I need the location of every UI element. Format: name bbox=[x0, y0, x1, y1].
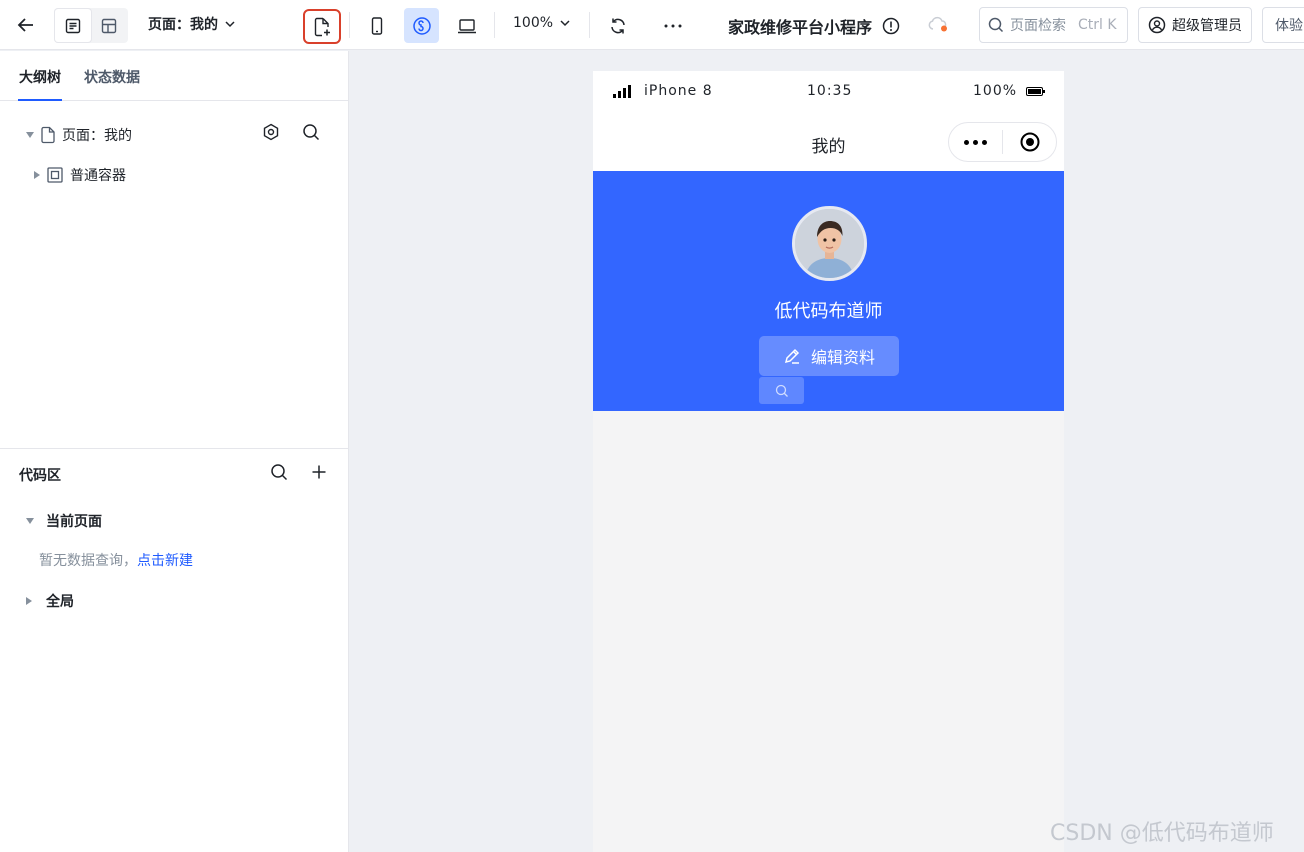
panel-tabs: 大纲树 状态数据 bbox=[0, 51, 348, 101]
chevron-down-icon bbox=[225, 21, 235, 28]
arrow-left-icon bbox=[17, 18, 33, 32]
signal-icon bbox=[613, 85, 631, 98]
code-group-global[interactable]: 全局 bbox=[26, 591, 74, 611]
edit-profile-button[interactable]: 编辑资料 bbox=[759, 336, 899, 376]
cloud-sync-status[interactable] bbox=[927, 15, 949, 33]
search-icon bbox=[775, 384, 788, 397]
capsule-menu-button[interactable] bbox=[949, 123, 1002, 161]
search-placeholder: 页面检索 bbox=[1010, 18, 1066, 34]
laptop-icon bbox=[458, 19, 476, 34]
search-component-placeholder[interactable] bbox=[759, 377, 804, 404]
phone-status-bar: iPhone 8 10:35 100% bbox=[593, 71, 1064, 115]
page-select-label: 页面：我的 bbox=[148, 17, 218, 33]
code-area: 代码区 当前页面 暂无数据查询，点击新建 全局 bbox=[0, 448, 348, 852]
code-area-title: 代码区 bbox=[19, 468, 61, 484]
top-toolbar: 页面：我的 100% 家政维修平台小程序 页面检索 Ctrl K 超级管理员 体… bbox=[0, 0, 1304, 50]
layout-grid-icon bbox=[101, 18, 117, 33]
battery-level: 100% bbox=[973, 83, 1018, 99]
phone-nav-bar: 我的 bbox=[593, 115, 1064, 171]
app-title: 家政维修平台小程序 bbox=[728, 14, 900, 38]
user-role-button[interactable]: 超级管理员 bbox=[1138, 7, 1252, 43]
search-icon[interactable] bbox=[302, 123, 320, 141]
code-group-label: 全局 bbox=[46, 594, 74, 610]
cloud-icon bbox=[928, 16, 947, 32]
view-mode-toggle bbox=[54, 8, 128, 43]
add-page-button[interactable] bbox=[303, 9, 341, 44]
user-role-label: 超级管理员 bbox=[1172, 18, 1242, 34]
tree-item-label: 页面：我的 bbox=[62, 128, 132, 144]
page-icon bbox=[41, 126, 55, 144]
layout-view-button[interactable] bbox=[91, 9, 127, 42]
empty-query-text: 暂无数据查询， bbox=[39, 553, 137, 569]
back-button[interactable] bbox=[8, 7, 44, 43]
settings-hexagon-icon[interactable] bbox=[262, 123, 280, 141]
tree-item-label: 普通容器 bbox=[70, 168, 126, 184]
tree-row-actions bbox=[262, 123, 320, 141]
avatar[interactable] bbox=[792, 206, 867, 281]
profile-username: 低代码布道师 bbox=[774, 301, 883, 322]
zoom-select[interactable]: 100% bbox=[513, 15, 571, 31]
avatar-image bbox=[795, 209, 864, 278]
plus-icon[interactable] bbox=[310, 463, 328, 481]
toolbar-divider bbox=[349, 12, 350, 38]
device-pc-button[interactable] bbox=[449, 8, 485, 44]
tab-state-data[interactable]: 状态数据 bbox=[84, 67, 140, 87]
mobile-phone-icon bbox=[371, 17, 383, 35]
caret-right-icon[interactable] bbox=[26, 597, 32, 605]
miniprogram-icon bbox=[412, 16, 431, 35]
app-title-text: 家政维修平台小程序 bbox=[728, 18, 873, 37]
search-shortcut: Ctrl K bbox=[1078, 17, 1117, 33]
battery-icon bbox=[1026, 87, 1045, 96]
code-group-label: 当前页面 bbox=[46, 514, 102, 530]
chevron-down-icon bbox=[560, 20, 570, 27]
caret-down-icon[interactable] bbox=[26, 518, 34, 524]
document-list-icon bbox=[65, 18, 81, 33]
experience-label: 体验 bbox=[1275, 18, 1303, 34]
left-panel: 大纲树 状态数据 页面：我的 普通容器 代码区 当前页面 暂无数据查询，点击新建… bbox=[0, 51, 349, 852]
edit-profile-label: 编辑资料 bbox=[810, 348, 875, 367]
tab-outline-tree[interactable]: 大纲树 bbox=[18, 67, 62, 101]
user-circle-icon bbox=[1148, 16, 1166, 34]
toolbar-divider bbox=[589, 12, 590, 38]
file-add-icon bbox=[314, 17, 330, 36]
caret-right-icon[interactable] bbox=[34, 171, 40, 179]
device-mobile-button[interactable] bbox=[359, 8, 395, 44]
status-time: 10:35 bbox=[807, 83, 853, 99]
empty-query-note: 暂无数据查询，点击新建 bbox=[39, 550, 193, 570]
toolbar-divider bbox=[494, 12, 495, 38]
target-circle-icon bbox=[1020, 132, 1039, 152]
create-query-link[interactable]: 点击新建 bbox=[137, 553, 193, 569]
more-dots-icon bbox=[964, 139, 987, 145]
refresh-button[interactable] bbox=[600, 8, 636, 44]
more-button[interactable] bbox=[655, 8, 691, 44]
miniprogram-capsule bbox=[948, 122, 1057, 162]
refresh-icon bbox=[611, 18, 625, 34]
device-name: iPhone 8 bbox=[644, 83, 713, 99]
capsule-close-button[interactable] bbox=[1003, 123, 1056, 161]
zoom-value: 100% bbox=[513, 15, 554, 31]
profile-header: 低代码布道师 编辑资料 bbox=[593, 171, 1064, 411]
device-miniprogram-button[interactable] bbox=[404, 8, 439, 43]
watermark: CSDN @低代码布道师 bbox=[1050, 821, 1274, 846]
code-group-current-page[interactable]: 当前页面 bbox=[26, 511, 102, 531]
page-select-dropdown[interactable]: 页面：我的 bbox=[148, 14, 236, 34]
container-icon bbox=[47, 167, 63, 183]
caret-down-icon[interactable] bbox=[26, 132, 34, 138]
search-icon bbox=[988, 17, 1004, 33]
phone-preview: iPhone 8 10:35 100% 我的 低代码布道师 编辑资料 bbox=[593, 71, 1064, 852]
search-icon[interactable] bbox=[270, 463, 288, 481]
more-horizontal-icon bbox=[664, 24, 682, 28]
page-search-box[interactable]: 页面检索 Ctrl K bbox=[979, 7, 1128, 43]
info-circle-icon[interactable] bbox=[882, 17, 900, 35]
tree-item-container[interactable]: 普通容器 bbox=[34, 165, 126, 185]
edit-pencil-icon bbox=[784, 348, 800, 364]
tree-item-page[interactable]: 页面：我的 bbox=[26, 125, 132, 145]
code-area-actions bbox=[270, 463, 328, 481]
experience-button[interactable]: 体验 bbox=[1262, 7, 1304, 43]
outline-view-button[interactable] bbox=[55, 9, 91, 42]
